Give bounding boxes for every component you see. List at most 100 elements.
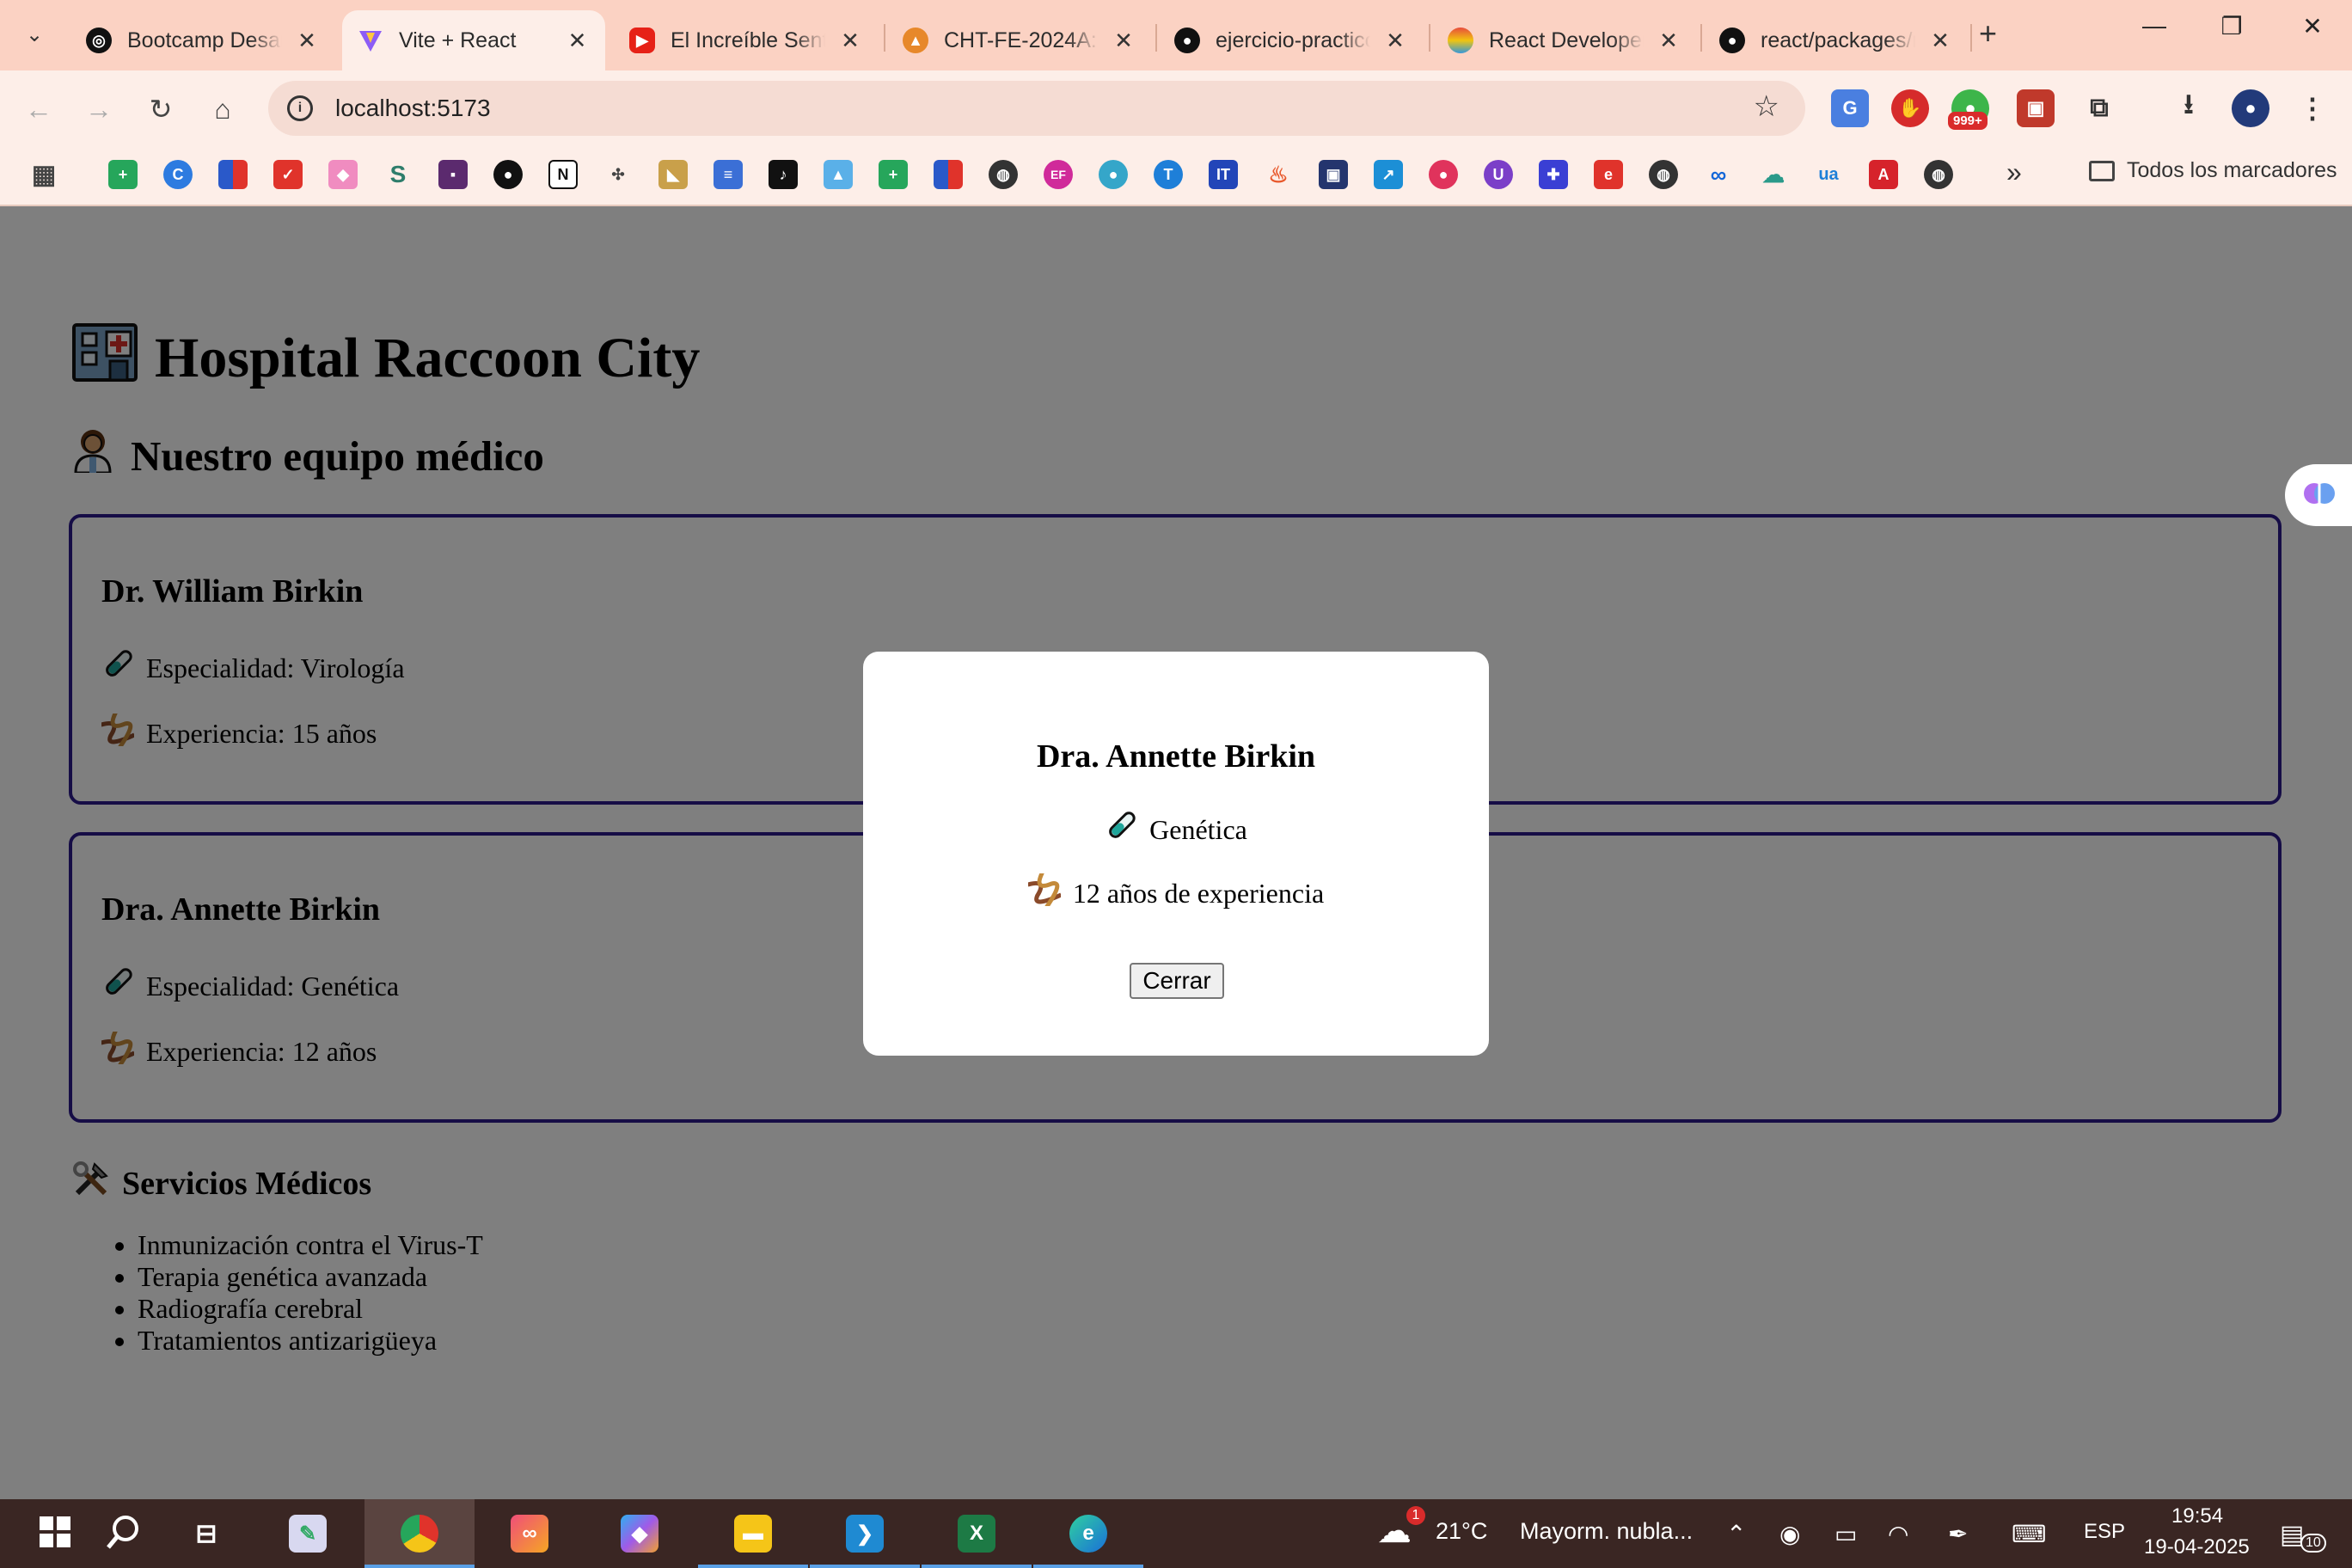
adblock-icon[interactable]: ✋ <box>1891 89 1929 127</box>
back-button[interactable]: ← <box>17 88 60 131</box>
bookmark-chart-icon[interactable]: ↗ <box>1374 160 1403 189</box>
extension-red-icon[interactable]: ▣ <box>2017 89 2055 127</box>
apps-grid-icon[interactable]: ▦ <box>29 160 58 189</box>
close-icon[interactable]: ✕ <box>1111 28 1136 54</box>
bookmark-cross-icon[interactable]: ✚ <box>1539 160 1568 189</box>
clock-time[interactable]: 19:54 <box>2171 1504 2223 1528</box>
wifi-icon[interactable]: ◠ <box>1888 1520 1908 1548</box>
language-indicator[interactable]: ESP <box>2084 1520 2125 1544</box>
bookmark-e-icon[interactable]: e <box>1594 160 1623 189</box>
close-icon[interactable]: ✕ <box>1927 28 1953 54</box>
bookmark-t-icon[interactable]: T <box>1154 160 1183 189</box>
more-menu-icon[interactable]: ⋮ <box>2294 89 2331 127</box>
taskbar-app-vscode[interactable]: ❯ <box>810 1499 920 1568</box>
reload-button[interactable]: ↻ <box>139 88 182 131</box>
profile-avatar[interactable]: ● <box>2232 89 2269 127</box>
pen-icon[interactable]: ✒ <box>1948 1520 1968 1548</box>
bookmark-s-icon[interactable]: S <box>383 160 413 189</box>
taskbar-app-edge[interactable]: e <box>1033 1499 1143 1568</box>
bookmark-notion-icon[interactable]: N <box>548 160 578 189</box>
taskbar-app-explorer[interactable]: ▬ <box>698 1499 808 1568</box>
bookmark-drop-icon[interactable]: ● <box>1099 160 1128 189</box>
google-translate-icon[interactable]: G <box>1831 89 1869 127</box>
tab-youtube[interactable]: ▶ El Increíble Sentido ✕ <box>614 10 879 70</box>
bookmark-acrobat-icon[interactable]: A <box>1869 160 1898 189</box>
weather-description[interactable]: Mayorm. nubla... <box>1520 1518 1693 1545</box>
bookmark-flame-icon[interactable]: ♨ <box>1264 160 1293 189</box>
bookmark-star-icon[interactable]: ☆ <box>1754 89 1779 124</box>
taskbar-app-creative-cloud[interactable]: ∞ <box>475 1499 585 1568</box>
taskbar-app-copilot[interactable]: ◆ <box>585 1499 695 1568</box>
bookmark-plus-green-icon[interactable]: + <box>879 160 908 189</box>
bookmark-ua-icon[interactable]: ua <box>1814 160 1843 189</box>
bookmark-meta-icon[interactable]: ∞ <box>1704 160 1733 189</box>
meet-now-icon[interactable]: ◉ <box>1779 1520 1800 1548</box>
close-window-button[interactable]: ✕ <box>2287 12 2338 40</box>
restore-button[interactable]: ❐ <box>2206 12 2257 40</box>
bookmark-cloud-icon[interactable]: ☁ <box>1759 160 1788 189</box>
all-bookmarks-folder[interactable]: Todos los marcadores <box>2089 158 2337 183</box>
bookmark-ef-icon[interactable]: EF <box>1044 160 1073 189</box>
creative-cloud-icon: ∞ <box>511 1515 548 1553</box>
tab-bootcamp[interactable]: ◎ Bootcamp Desarrollo ✕ <box>70 10 335 70</box>
bookmark-dot-icon[interactable]: ● <box>1429 160 1458 189</box>
vite-icon <box>358 28 383 53</box>
bookmark-github-icon[interactable]: ● <box>493 160 523 189</box>
chevron-up-icon[interactable]: ⌃ <box>1726 1520 1746 1548</box>
close-icon[interactable]: ✕ <box>837 28 863 54</box>
weather-temp[interactable]: 21°C <box>1436 1518 1487 1545</box>
bookmark-tiktok-icon[interactable]: ♪ <box>769 160 798 189</box>
new-tab-button[interactable]: + <box>1979 15 1997 52</box>
task-view-button[interactable]: ⊟ <box>151 1499 261 1568</box>
bookmark-it-icon[interactable]: IT <box>1209 160 1238 189</box>
brain-icon <box>2302 476 2337 515</box>
bookmark-anime-icon[interactable]: ▪ <box>438 160 468 189</box>
bookmark-pink-icon[interactable]: ◆ <box>328 160 358 189</box>
bookmark-gold-icon[interactable]: ◣ <box>658 160 688 189</box>
bookmark-tree-icon[interactable]: ✣ <box>603 160 633 189</box>
bookmark-pocket-icon[interactable]: ✓ <box>273 160 303 189</box>
chevron-down-icon: ⌄ <box>25 22 44 46</box>
battery-icon[interactable]: ▭ <box>1834 1520 1857 1548</box>
bookmark-flag2-icon[interactable] <box>934 160 963 189</box>
taskbar-app-chrome[interactable] <box>364 1499 475 1568</box>
side-panel-toggle[interactable] <box>2285 464 2352 526</box>
bookmark-mountain-icon[interactable]: ▲ <box>824 160 853 189</box>
home-button[interactable]: ⌂ <box>201 88 244 131</box>
tab-vite-react[interactable]: Vite + React ✕ <box>342 10 605 70</box>
extensions-puzzle-icon[interactable]: ⧉ <box>2080 89 2118 127</box>
bookmarks-overflow-icon[interactable]: » <box>2006 156 2022 188</box>
site-info-icon[interactable]: i <box>287 95 313 121</box>
keyboard-icon[interactable]: ⌨ <box>2012 1520 2046 1548</box>
close-modal-button[interactable]: Cerrar <box>1130 963 1224 999</box>
close-icon[interactable]: ✕ <box>565 28 590 54</box>
close-icon[interactable]: ✕ <box>1382 28 1408 54</box>
tab-react-devtools[interactable]: React Developer Tools ✕ <box>1432 10 1697 70</box>
paint-icon: ✎ <box>289 1515 327 1553</box>
bookmark-globe-icon[interactable]: ◍ <box>989 160 1018 189</box>
minimize-button[interactable]: — <box>2128 12 2180 40</box>
tab-github-react[interactable]: ● react/packages/react ✕ <box>1704 10 1969 70</box>
forward-button[interactable]: → <box>77 88 120 131</box>
bookmark-globe2-icon[interactable]: ◍ <box>1649 160 1678 189</box>
bookmark-globe3-icon[interactable]: ◍ <box>1924 160 1953 189</box>
bookmark-plus-icon[interactable]: + <box>108 160 138 189</box>
tab-cht[interactable]: ▲ CHT-FE-2024A: Bootcamp ✕ <box>887 10 1152 70</box>
taskbar-app-excel[interactable]: X <box>922 1499 1032 1568</box>
bookmark-stack-icon[interactable]: ≡ <box>714 160 743 189</box>
close-icon[interactable]: ✕ <box>1656 28 1681 54</box>
download-icon[interactable]: ⭳ <box>2170 89 2208 127</box>
tab-github-ejercicio[interactable]: ● ejercicio-practico ✕ <box>1159 10 1424 70</box>
clock-date[interactable]: 19-04-2025 <box>2144 1535 2250 1559</box>
close-icon[interactable]: ✕ <box>294 28 320 54</box>
bookmark-u-icon[interactable]: U <box>1484 160 1513 189</box>
bookmark-c-icon[interactable]: C <box>163 160 193 189</box>
tab-separator <box>1970 24 1972 52</box>
taskbar-app-paint[interactable]: ✎ <box>253 1499 363 1568</box>
task-view-icon: ⊟ <box>195 1519 217 1548</box>
bookmark-flag-icon[interactable] <box>218 160 248 189</box>
address-bar[interactable]: i localhost:5173 ☆ <box>268 81 1805 136</box>
bookmark-shield-icon[interactable]: ▣ <box>1319 160 1348 189</box>
tab-search-button[interactable]: ⌄ <box>12 12 57 57</box>
url-text[interactable]: localhost:5173 <box>335 95 491 122</box>
